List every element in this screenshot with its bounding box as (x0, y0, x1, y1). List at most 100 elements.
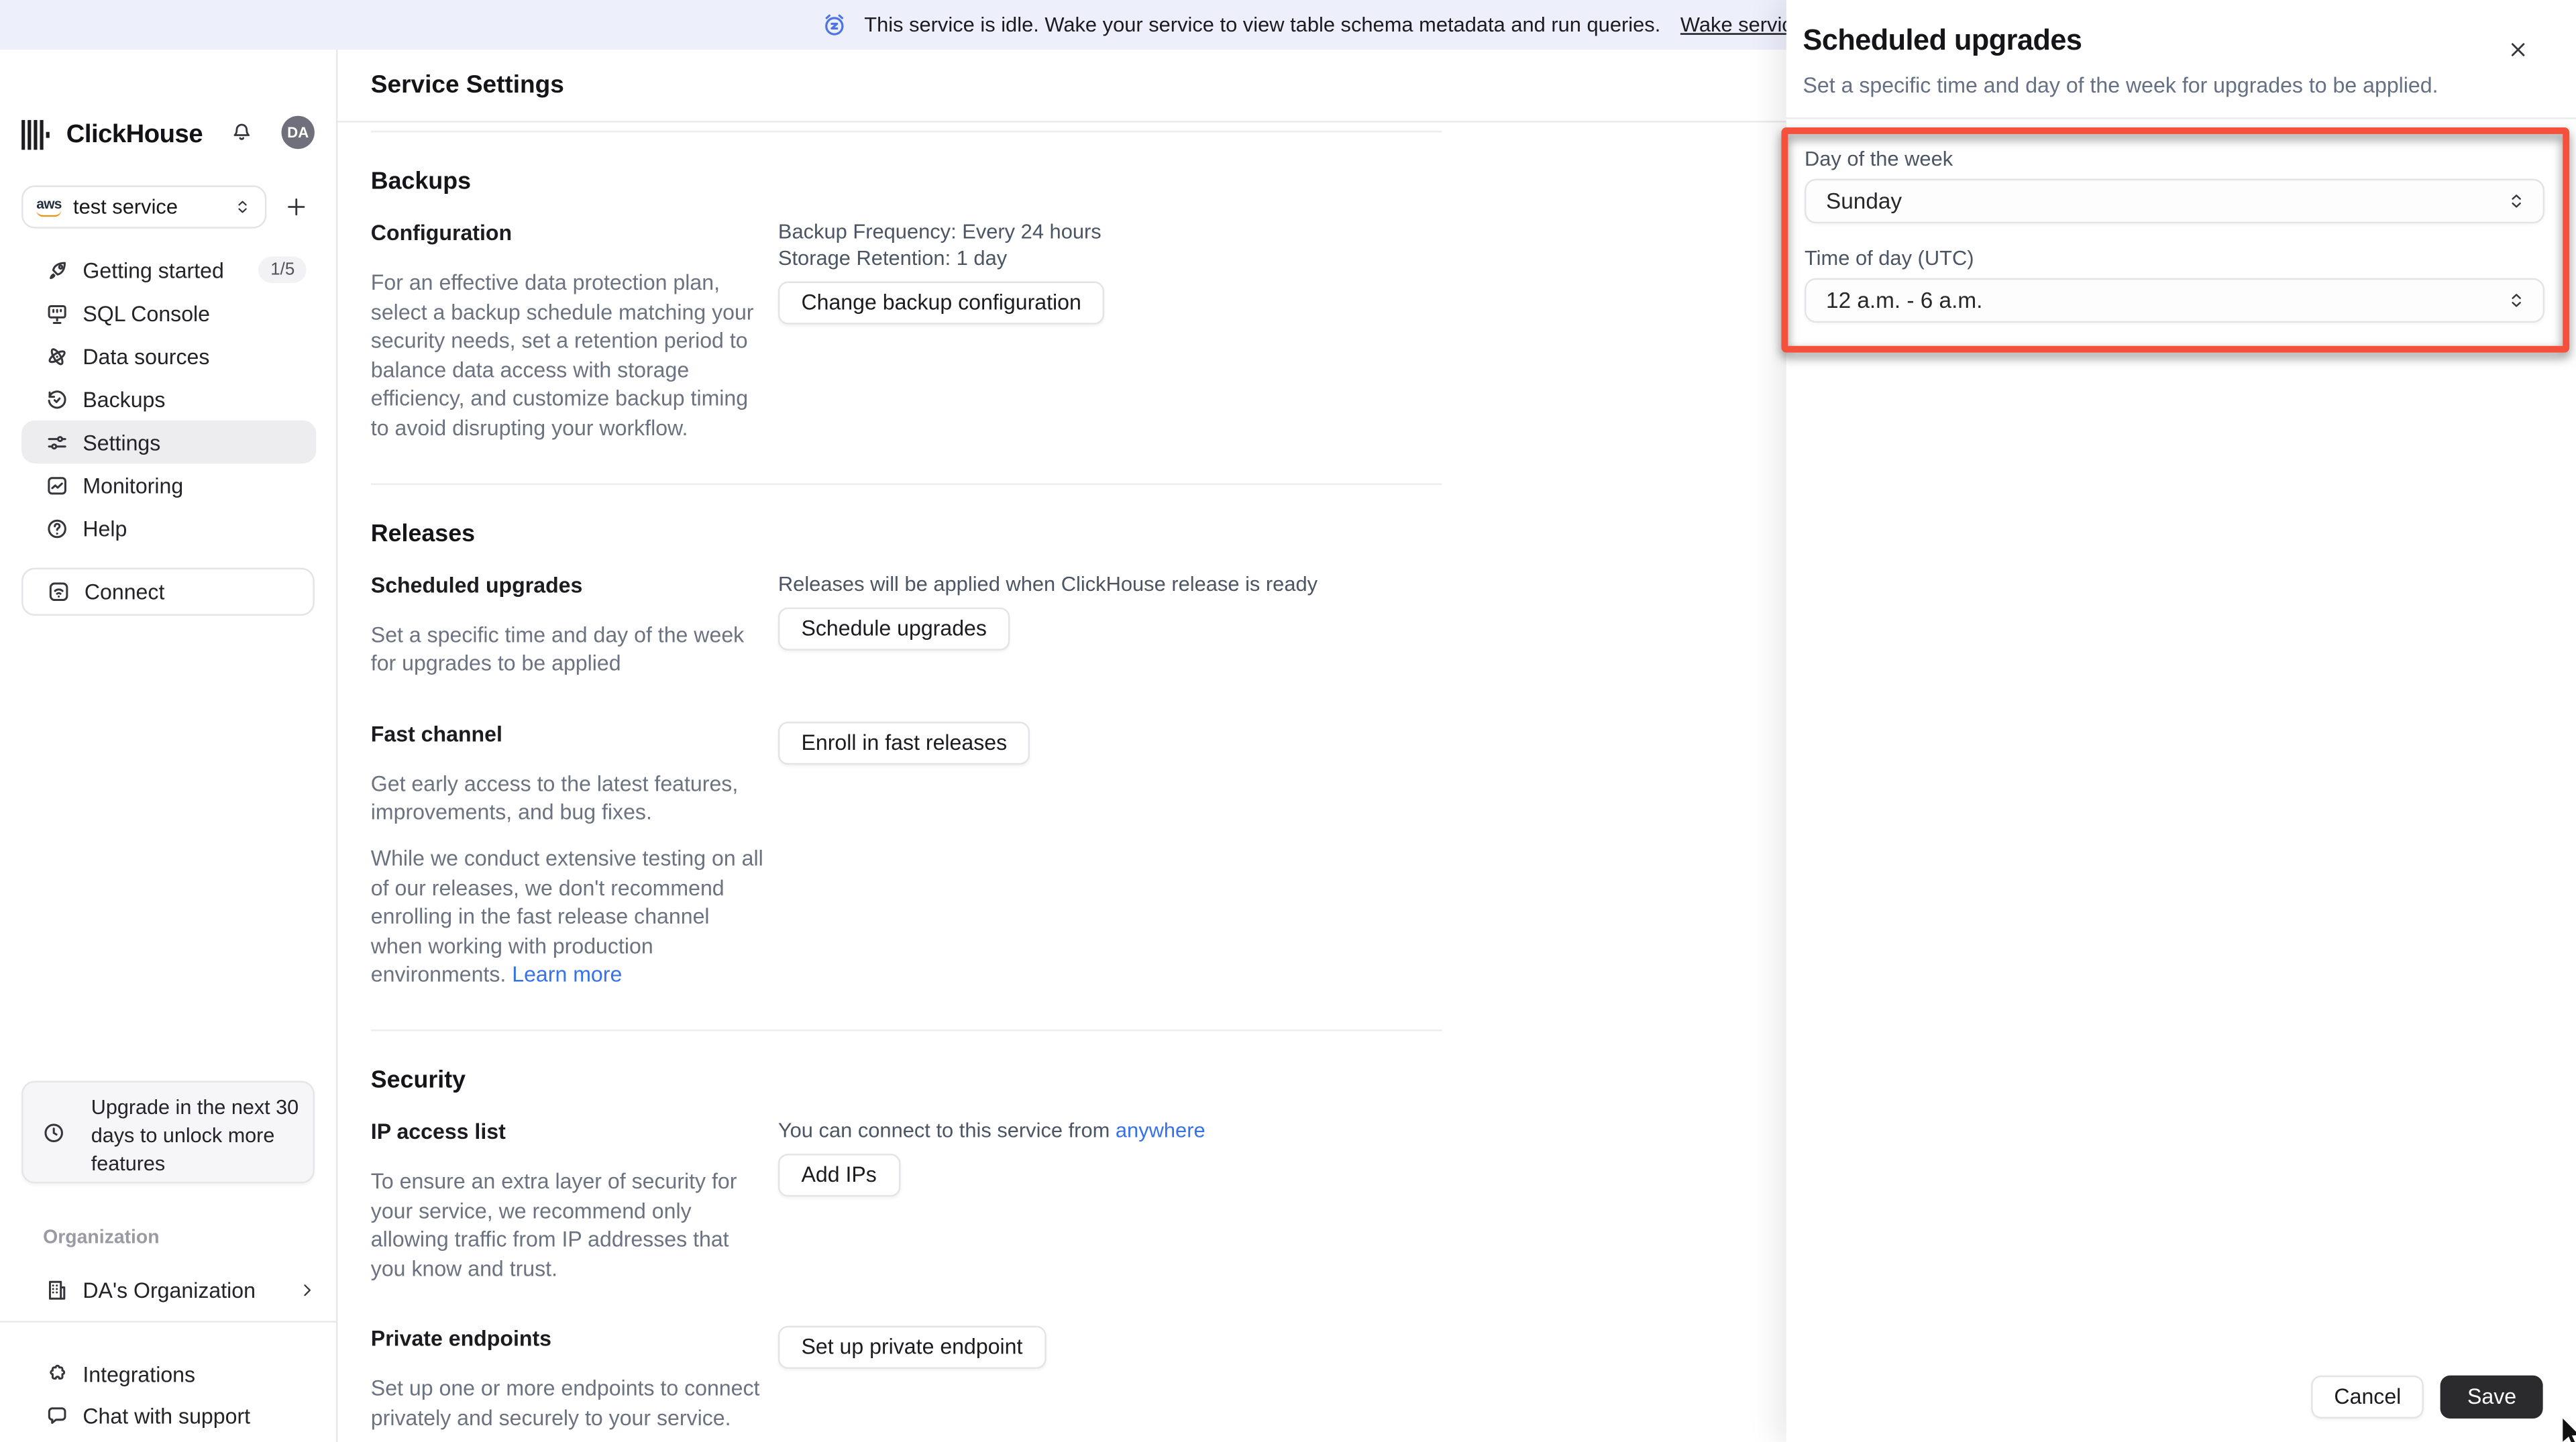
connect-button-label: Connect (84, 579, 165, 604)
clickhouse-cloud-app: This service is idle. Wake your service … (0, 0, 2576, 1442)
section-title-backups: Backups (370, 168, 471, 196)
sidebar-item-label: Chat with support (83, 1403, 251, 1429)
section-title-releases: Releases (370, 520, 476, 547)
aws-provider-icon: aws (36, 196, 62, 217)
help-circle-icon (45, 516, 70, 541)
sidebar-nav: Getting started 1/5 SQL Console Data sou… (21, 248, 317, 549)
add-ips-button[interactable]: Add IPs (777, 1154, 900, 1198)
chevron-up-down-icon (233, 197, 252, 217)
main-header: Service Settings (337, 50, 1788, 123)
section-divider (370, 482, 1442, 485)
row-description-2: While we conduct extensive testing on al… (370, 845, 763, 987)
sidebar-item-monitoring[interactable]: Monitoring (21, 463, 316, 506)
sidebar-item-label: Backups (83, 386, 166, 412)
chat-bubble-icon (45, 1404, 70, 1429)
upgrade-promo-card[interactable]: Upgrade in the next 30 days to unlock mo… (21, 1080, 315, 1184)
section-divider (370, 130, 1442, 133)
anywhere-link[interactable]: anywhere (1116, 1119, 1205, 1142)
sliders-icon (45, 429, 70, 454)
data-sources-icon (45, 343, 70, 368)
sidebar: ClickHouse DA aws test service Getting s… (0, 50, 338, 1442)
backup-frequency-value: Backup Frequency: Every 24 hours (777, 220, 1102, 243)
row-description: Set up one or more endpoints to connect … (370, 1376, 760, 1430)
sidebar-item-settings[interactable]: Settings (21, 420, 317, 464)
sidebar-item-label: SQL Console (83, 300, 211, 325)
rocket-icon (45, 258, 70, 282)
add-service-button[interactable] (282, 192, 311, 221)
setup-private-endpoint-button[interactable]: Set up private endpoint (777, 1326, 1046, 1370)
chevron-up-down-icon (2506, 190, 2526, 212)
settings-row-scheduled-upgrades: Scheduled upgrades Set a specific time a… (371, 572, 1788, 678)
row-subtitle: IP access list (370, 1119, 506, 1144)
upgrade-promo-text: Upgrade in the next 30 days to unlock mo… (91, 1095, 299, 1176)
sidebar-item-help[interactable]: Help (21, 506, 316, 549)
row-subtitle: Configuration (370, 220, 513, 245)
close-icon[interactable] (2505, 36, 2531, 62)
row-description: For an effective data protection plan, s… (370, 270, 754, 441)
puzzle-icon (45, 1362, 70, 1387)
sidebar-item-sql-console[interactable]: SQL Console (21, 291, 316, 334)
day-of-week-value: Sunday (1826, 188, 1902, 214)
organization-section-label: Organization (43, 1228, 160, 1248)
sidebar-item-getting-started[interactable]: Getting started 1/5 (21, 248, 316, 291)
wake-service-link[interactable]: Wake service (1680, 13, 1804, 37)
section-title-security: Security (370, 1067, 466, 1095)
sidebar-item-label: Data sources (83, 343, 210, 369)
service-selector-value: test service (73, 195, 178, 219)
sidebar-item-data-sources[interactable]: Data sources (21, 335, 316, 378)
settings-row-private-endpoints: Private endpoints Set up one or more end… (371, 1326, 1788, 1432)
idle-banner-message: This service is idle. Wake your service … (864, 13, 1661, 37)
time-of-day-value: 12 a.m. - 6 a.m. (1826, 288, 1983, 313)
chevron-right-icon (298, 1280, 316, 1298)
service-selector[interactable]: aws test service (21, 185, 267, 229)
organization-name: DA's Organization (83, 1276, 256, 1302)
sidebar-item-label: Help (83, 515, 127, 541)
sidebar-item-integrations[interactable]: Integrations (21, 1354, 316, 1396)
connect-icon (46, 579, 71, 604)
page-title: Service Settings (370, 71, 564, 100)
sidebar-item-label: Getting started (83, 257, 224, 282)
chevron-up-down-icon (2506, 290, 2526, 311)
row-subtitle: Private endpoints (370, 1326, 551, 1351)
backup-history-icon (45, 386, 70, 411)
learn-more-link[interactable]: Learn more (512, 962, 622, 987)
panel-divider (1786, 117, 2576, 119)
time-of-day-select[interactable]: 12 a.m. - 6 a.m. (1804, 278, 2545, 323)
organization-switcher[interactable]: DA's Organization (21, 1268, 316, 1311)
sidebar-item-label: Integrations (83, 1362, 196, 1388)
sidebar-item-backups[interactable]: Backups (21, 378, 316, 421)
cancel-button[interactable]: Cancel (2310, 1375, 2424, 1419)
building-icon (45, 1277, 70, 1302)
user-avatar[interactable]: DA (281, 115, 315, 150)
main-content: Service Settings Backups Configuration F… (337, 50, 1788, 1442)
getting-started-progress-badge: 1/5 (258, 256, 307, 284)
day-of-week-label: Day of the week (1804, 147, 1953, 171)
settings-row-fast-channel: Fast channel Get early access to the lat… (371, 721, 1788, 989)
row-description: To ensure an extra layer of security for… (370, 1168, 737, 1281)
sidebar-divider (0, 1321, 336, 1323)
time-of-day-label: Time of day (UTC) (1804, 246, 1974, 270)
sidebar-item-label: Settings (83, 429, 161, 455)
day-of-week-select[interactable]: Sunday (1804, 178, 2545, 224)
row-description: Set a specific time and day of the week … (370, 621, 745, 676)
scheduled-upgrades-panel: Scheduled upgrades Set a specific time a… (1781, 0, 2576, 1442)
notifications-bell-icon[interactable] (230, 121, 254, 144)
change-backup-configuration-button[interactable]: Change backup configuration (777, 281, 1105, 325)
mouse-cursor (2561, 1418, 2576, 1442)
clickhouse-logo-icon (21, 119, 54, 151)
schedule-upgrades-button[interactable]: Schedule upgrades (777, 607, 1010, 651)
ip-access-info: You can connect to this service from any… (777, 1119, 1205, 1142)
save-button[interactable]: Save (2440, 1375, 2543, 1419)
connect-button[interactable]: Connect (21, 567, 315, 616)
row-description: Get early access to the latest features,… (370, 771, 739, 825)
sidebar-item-chat-support[interactable]: Chat with support (21, 1395, 316, 1437)
panel-title: Scheduled upgrades (1803, 23, 2082, 56)
panel-description: Set a specific time and day of the week … (1803, 72, 2438, 98)
settings-row-ip-access-list: IP access list To ensure an extra layer … (371, 1119, 1788, 1283)
section-divider (370, 1029, 1442, 1032)
settings-row-backup-configuration: Configuration For an effective data prot… (371, 220, 1788, 443)
storage-retention-value: Storage Retention: 1 day (777, 245, 1008, 270)
enroll-fast-releases-button[interactable]: Enroll in fast releases (777, 721, 1030, 765)
brand-name: ClickHouse (66, 121, 203, 150)
clock-icon (42, 1121, 66, 1146)
